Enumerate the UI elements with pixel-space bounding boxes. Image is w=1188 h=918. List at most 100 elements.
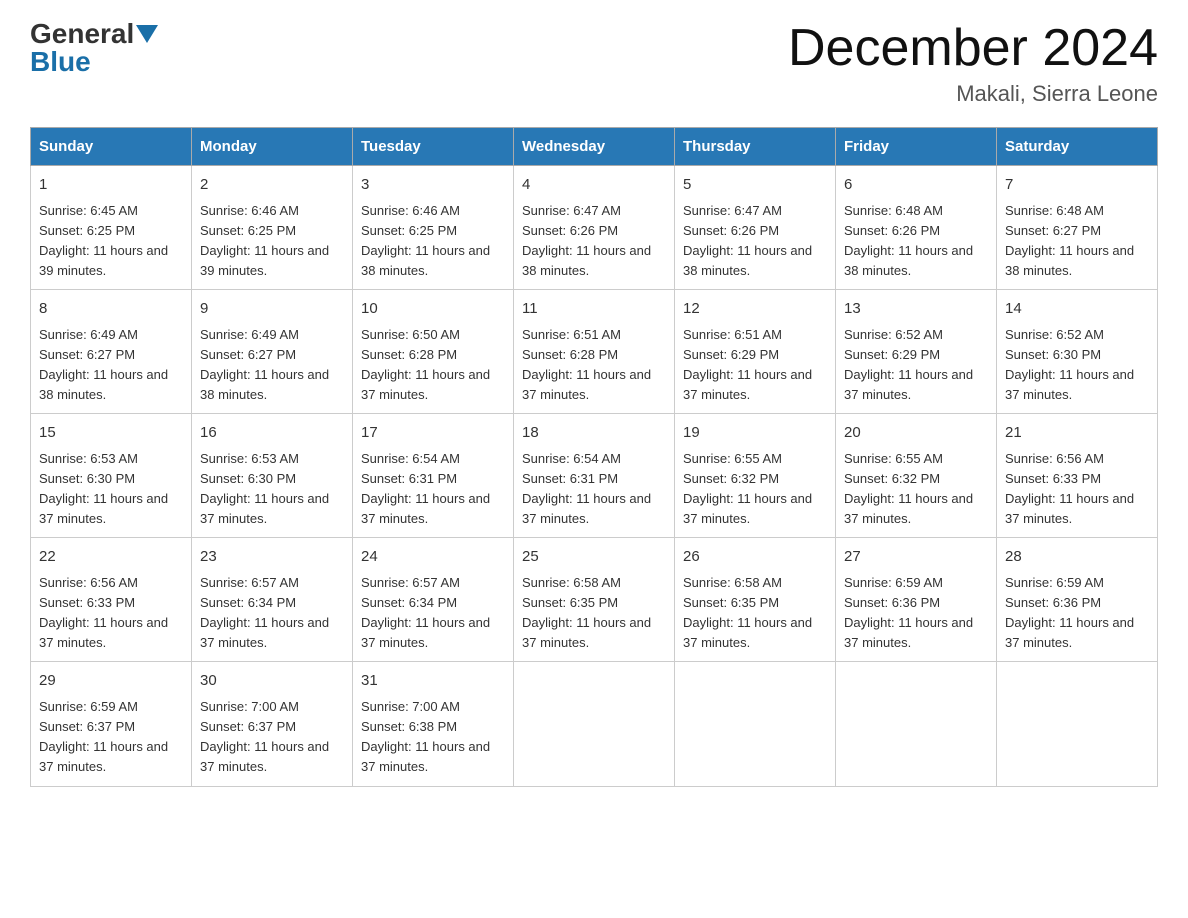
day-number: 4 xyxy=(522,174,666,197)
day-info: Sunrise: 6:50 AMSunset: 6:28 PMDaylight:… xyxy=(361,327,490,402)
day-cell-1: 1 Sunrise: 6:45 AMSunset: 6:25 PMDayligh… xyxy=(31,166,192,290)
day-cell-3: 3 Sunrise: 6:46 AMSunset: 6:25 PMDayligh… xyxy=(353,166,514,290)
day-info: Sunrise: 6:58 AMSunset: 6:35 PMDaylight:… xyxy=(683,575,812,650)
day-cell-2: 2 Sunrise: 6:46 AMSunset: 6:25 PMDayligh… xyxy=(192,166,353,290)
day-number: 22 xyxy=(39,546,183,569)
day-number: 2 xyxy=(200,174,344,197)
title-block: December 2024 Makali, Sierra Leone xyxy=(788,20,1158,107)
calendar-table: SundayMondayTuesdayWednesdayThursdayFrid… xyxy=(30,127,1158,786)
day-cell-21: 21 Sunrise: 6:56 AMSunset: 6:33 PMDaylig… xyxy=(997,414,1158,538)
day-cell-14: 14 Sunrise: 6:52 AMSunset: 6:30 PMDaylig… xyxy=(997,290,1158,414)
day-cell-26: 26 Sunrise: 6:58 AMSunset: 6:35 PMDaylig… xyxy=(675,538,836,662)
weekday-header-tuesday: Tuesday xyxy=(353,128,514,166)
day-cell-17: 17 Sunrise: 6:54 AMSunset: 6:31 PMDaylig… xyxy=(353,414,514,538)
day-info: Sunrise: 6:59 AMSunset: 6:37 PMDaylight:… xyxy=(39,699,168,774)
empty-cell xyxy=(675,662,836,786)
day-info: Sunrise: 6:47 AMSunset: 6:26 PMDaylight:… xyxy=(683,203,812,278)
week-row-4: 22 Sunrise: 6:56 AMSunset: 6:33 PMDaylig… xyxy=(31,538,1158,662)
logo-blue-text: Blue xyxy=(30,46,91,77)
day-info: Sunrise: 6:55 AMSunset: 6:32 PMDaylight:… xyxy=(683,451,812,526)
day-cell-20: 20 Sunrise: 6:55 AMSunset: 6:32 PMDaylig… xyxy=(836,414,997,538)
day-info: Sunrise: 6:56 AMSunset: 6:33 PMDaylight:… xyxy=(1005,451,1134,526)
day-number: 8 xyxy=(39,298,183,321)
day-info: Sunrise: 6:59 AMSunset: 6:36 PMDaylight:… xyxy=(844,575,973,650)
day-cell-5: 5 Sunrise: 6:47 AMSunset: 6:26 PMDayligh… xyxy=(675,166,836,290)
day-cell-4: 4 Sunrise: 6:47 AMSunset: 6:26 PMDayligh… xyxy=(514,166,675,290)
logo-triangle-icon xyxy=(136,25,158,43)
day-cell-19: 19 Sunrise: 6:55 AMSunset: 6:32 PMDaylig… xyxy=(675,414,836,538)
day-info: Sunrise: 6:45 AMSunset: 6:25 PMDaylight:… xyxy=(39,203,168,278)
day-info: Sunrise: 6:54 AMSunset: 6:31 PMDaylight:… xyxy=(361,451,490,526)
day-number: 15 xyxy=(39,422,183,445)
weekday-header-friday: Friday xyxy=(836,128,997,166)
day-number: 21 xyxy=(1005,422,1149,445)
day-number: 9 xyxy=(200,298,344,321)
day-info: Sunrise: 6:54 AMSunset: 6:31 PMDaylight:… xyxy=(522,451,651,526)
day-info: Sunrise: 6:48 AMSunset: 6:26 PMDaylight:… xyxy=(844,203,973,278)
day-info: Sunrise: 6:46 AMSunset: 6:25 PMDaylight:… xyxy=(200,203,329,278)
day-cell-12: 12 Sunrise: 6:51 AMSunset: 6:29 PMDaylig… xyxy=(675,290,836,414)
day-cell-16: 16 Sunrise: 6:53 AMSunset: 6:30 PMDaylig… xyxy=(192,414,353,538)
day-info: Sunrise: 6:55 AMSunset: 6:32 PMDaylight:… xyxy=(844,451,973,526)
day-info: Sunrise: 7:00 AMSunset: 6:38 PMDaylight:… xyxy=(361,699,490,774)
day-number: 18 xyxy=(522,422,666,445)
day-cell-10: 10 Sunrise: 6:50 AMSunset: 6:28 PMDaylig… xyxy=(353,290,514,414)
day-cell-24: 24 Sunrise: 6:57 AMSunset: 6:34 PMDaylig… xyxy=(353,538,514,662)
day-info: Sunrise: 6:57 AMSunset: 6:34 PMDaylight:… xyxy=(361,575,490,650)
day-number: 29 xyxy=(39,670,183,693)
weekday-header-row: SundayMondayTuesdayWednesdayThursdayFrid… xyxy=(31,128,1158,166)
day-number: 23 xyxy=(200,546,344,569)
day-info: Sunrise: 6:52 AMSunset: 6:29 PMDaylight:… xyxy=(844,327,973,402)
day-number: 30 xyxy=(200,670,344,693)
week-row-1: 1 Sunrise: 6:45 AMSunset: 6:25 PMDayligh… xyxy=(31,166,1158,290)
day-number: 31 xyxy=(361,670,505,693)
day-cell-29: 29 Sunrise: 6:59 AMSunset: 6:37 PMDaylig… xyxy=(31,662,192,786)
day-number: 27 xyxy=(844,546,988,569)
week-row-3: 15 Sunrise: 6:53 AMSunset: 6:30 PMDaylig… xyxy=(31,414,1158,538)
page-title: December 2024 xyxy=(788,20,1158,77)
day-number: 14 xyxy=(1005,298,1149,321)
week-row-2: 8 Sunrise: 6:49 AMSunset: 6:27 PMDayligh… xyxy=(31,290,1158,414)
header: General Blue December 2024 Makali, Sierr… xyxy=(30,20,1158,107)
day-cell-11: 11 Sunrise: 6:51 AMSunset: 6:28 PMDaylig… xyxy=(514,290,675,414)
weekday-header-wednesday: Wednesday xyxy=(514,128,675,166)
day-cell-18: 18 Sunrise: 6:54 AMSunset: 6:31 PMDaylig… xyxy=(514,414,675,538)
day-number: 20 xyxy=(844,422,988,445)
week-row-5: 29 Sunrise: 6:59 AMSunset: 6:37 PMDaylig… xyxy=(31,662,1158,786)
day-cell-27: 27 Sunrise: 6:59 AMSunset: 6:36 PMDaylig… xyxy=(836,538,997,662)
day-info: Sunrise: 6:58 AMSunset: 6:35 PMDaylight:… xyxy=(522,575,651,650)
day-number: 17 xyxy=(361,422,505,445)
day-number: 19 xyxy=(683,422,827,445)
day-number: 3 xyxy=(361,174,505,197)
day-cell-23: 23 Sunrise: 6:57 AMSunset: 6:34 PMDaylig… xyxy=(192,538,353,662)
day-cell-28: 28 Sunrise: 6:59 AMSunset: 6:36 PMDaylig… xyxy=(997,538,1158,662)
day-info: Sunrise: 6:56 AMSunset: 6:33 PMDaylight:… xyxy=(39,575,168,650)
day-cell-7: 7 Sunrise: 6:48 AMSunset: 6:27 PMDayligh… xyxy=(997,166,1158,290)
day-info: Sunrise: 6:51 AMSunset: 6:28 PMDaylight:… xyxy=(522,327,651,402)
logo: General Blue xyxy=(30,20,158,76)
day-number: 6 xyxy=(844,174,988,197)
day-number: 24 xyxy=(361,546,505,569)
day-cell-25: 25 Sunrise: 6:58 AMSunset: 6:35 PMDaylig… xyxy=(514,538,675,662)
day-number: 10 xyxy=(361,298,505,321)
day-info: Sunrise: 6:46 AMSunset: 6:25 PMDaylight:… xyxy=(361,203,490,278)
day-cell-31: 31 Sunrise: 7:00 AMSunset: 6:38 PMDaylig… xyxy=(353,662,514,786)
day-number: 16 xyxy=(200,422,344,445)
day-number: 7 xyxy=(1005,174,1149,197)
day-info: Sunrise: 6:53 AMSunset: 6:30 PMDaylight:… xyxy=(200,451,329,526)
day-number: 12 xyxy=(683,298,827,321)
empty-cell xyxy=(836,662,997,786)
weekday-header-saturday: Saturday xyxy=(997,128,1158,166)
day-info: Sunrise: 6:57 AMSunset: 6:34 PMDaylight:… xyxy=(200,575,329,650)
day-info: Sunrise: 6:49 AMSunset: 6:27 PMDaylight:… xyxy=(39,327,168,402)
empty-cell xyxy=(514,662,675,786)
day-cell-22: 22 Sunrise: 6:56 AMSunset: 6:33 PMDaylig… xyxy=(31,538,192,662)
day-number: 5 xyxy=(683,174,827,197)
day-info: Sunrise: 6:47 AMSunset: 6:26 PMDaylight:… xyxy=(522,203,651,278)
day-cell-13: 13 Sunrise: 6:52 AMSunset: 6:29 PMDaylig… xyxy=(836,290,997,414)
day-cell-8: 8 Sunrise: 6:49 AMSunset: 6:27 PMDayligh… xyxy=(31,290,192,414)
day-number: 13 xyxy=(844,298,988,321)
day-number: 25 xyxy=(522,546,666,569)
day-info: Sunrise: 6:48 AMSunset: 6:27 PMDaylight:… xyxy=(1005,203,1134,278)
day-number: 11 xyxy=(522,298,666,321)
